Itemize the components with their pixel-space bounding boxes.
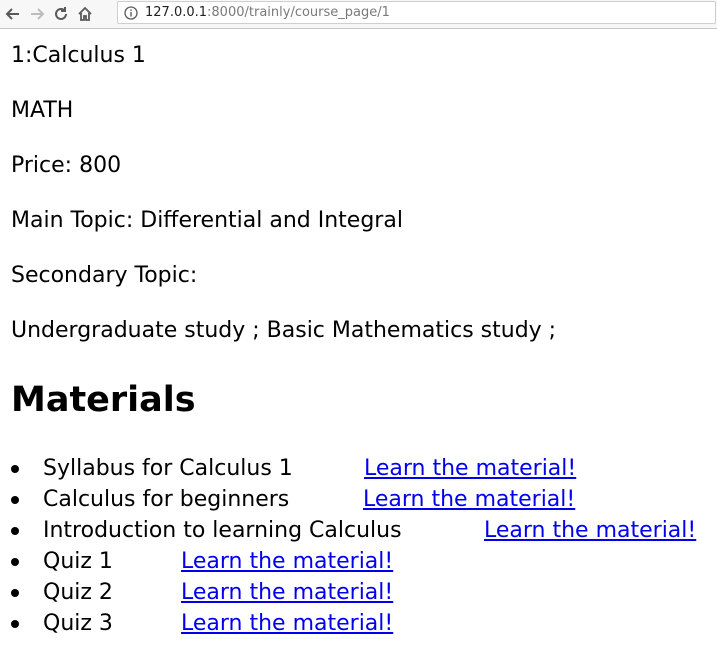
bullet-icon: [11, 558, 19, 566]
forward-button[interactable]: [26, 3, 48, 25]
back-button[interactable]: [2, 3, 24, 25]
learn-material-link[interactable]: Learn the material!: [364, 453, 576, 484]
secondary-topic-label: Secondary Topic:: [11, 263, 198, 288]
material-name: Quiz 3: [43, 611, 113, 636]
course-title: 1:Calculus 1: [11, 43, 146, 68]
learn-material-link[interactable]: Learn the material!: [181, 608, 393, 639]
reload-button[interactable]: [50, 3, 72, 25]
reload-icon: [55, 7, 67, 20]
material-name: Quiz 1: [43, 549, 113, 574]
home-icon: [78, 6, 92, 21]
learn-material-link[interactable]: Learn the material!: [484, 515, 696, 546]
list-item: Quiz 1 Learn the material!: [11, 546, 402, 577]
back-arrow-icon: [5, 8, 19, 20]
url-host: 127.0.0.1: [145, 5, 208, 20]
learn-material-link[interactable]: Learn the material!: [181, 577, 393, 608]
url-path: :8000/trainly/course_page/1: [207, 5, 390, 20]
materials-list: Syllabus for Calculus 1 Learn the materi…: [11, 453, 696, 639]
list-item: Syllabus for Calculus 1 Learn the materi…: [11, 453, 576, 484]
bullet-icon: [11, 589, 19, 597]
list-item: Calculus for beginners Learn the materia…: [11, 484, 575, 515]
learn-material-link[interactable]: Learn the material!: [363, 484, 575, 515]
course-price: Price: 800: [11, 153, 122, 178]
address-bar[interactable]: 127.0.0.1:8000/trainly/course_page/1: [117, 1, 716, 24]
material-name: Quiz 2: [43, 580, 113, 605]
secondary-topics: Undergraduate study ; Basic Mathematics …: [11, 318, 557, 343]
list-item: Introduction to learning Calculus Learn …: [11, 515, 696, 546]
browser-toolbar: 127.0.0.1:8000/trainly/course_page/1: [0, 0, 717, 29]
bullet-icon: [11, 527, 19, 535]
material-name: Calculus for beginners: [43, 487, 290, 512]
course-department: MATH: [11, 98, 74, 123]
learn-material-link[interactable]: Learn the material!: [181, 546, 393, 577]
page-content: 1:Calculus 1 MATH Price: 800 Main Topic:…: [11, 28, 717, 650]
material-name: Introduction to learning Calculus: [43, 518, 402, 543]
url-text[interactable]: 127.0.0.1:8000/trainly/course_page/1: [145, 5, 390, 20]
list-item: Quiz 2 Learn the material!: [11, 577, 402, 608]
info-icon[interactable]: [124, 5, 138, 20]
bullet-icon: [11, 620, 19, 628]
bullet-icon: [11, 465, 19, 473]
materials-heading: Materials: [11, 380, 196, 420]
main-topic: Main Topic: Differential and Integral: [11, 208, 403, 233]
list-item: Quiz 3 Learn the material!: [11, 608, 402, 639]
forward-arrow-icon: [31, 8, 45, 20]
bullet-icon: [11, 496, 19, 504]
material-name: Syllabus for Calculus 1: [43, 456, 293, 481]
home-button[interactable]: [74, 3, 96, 25]
